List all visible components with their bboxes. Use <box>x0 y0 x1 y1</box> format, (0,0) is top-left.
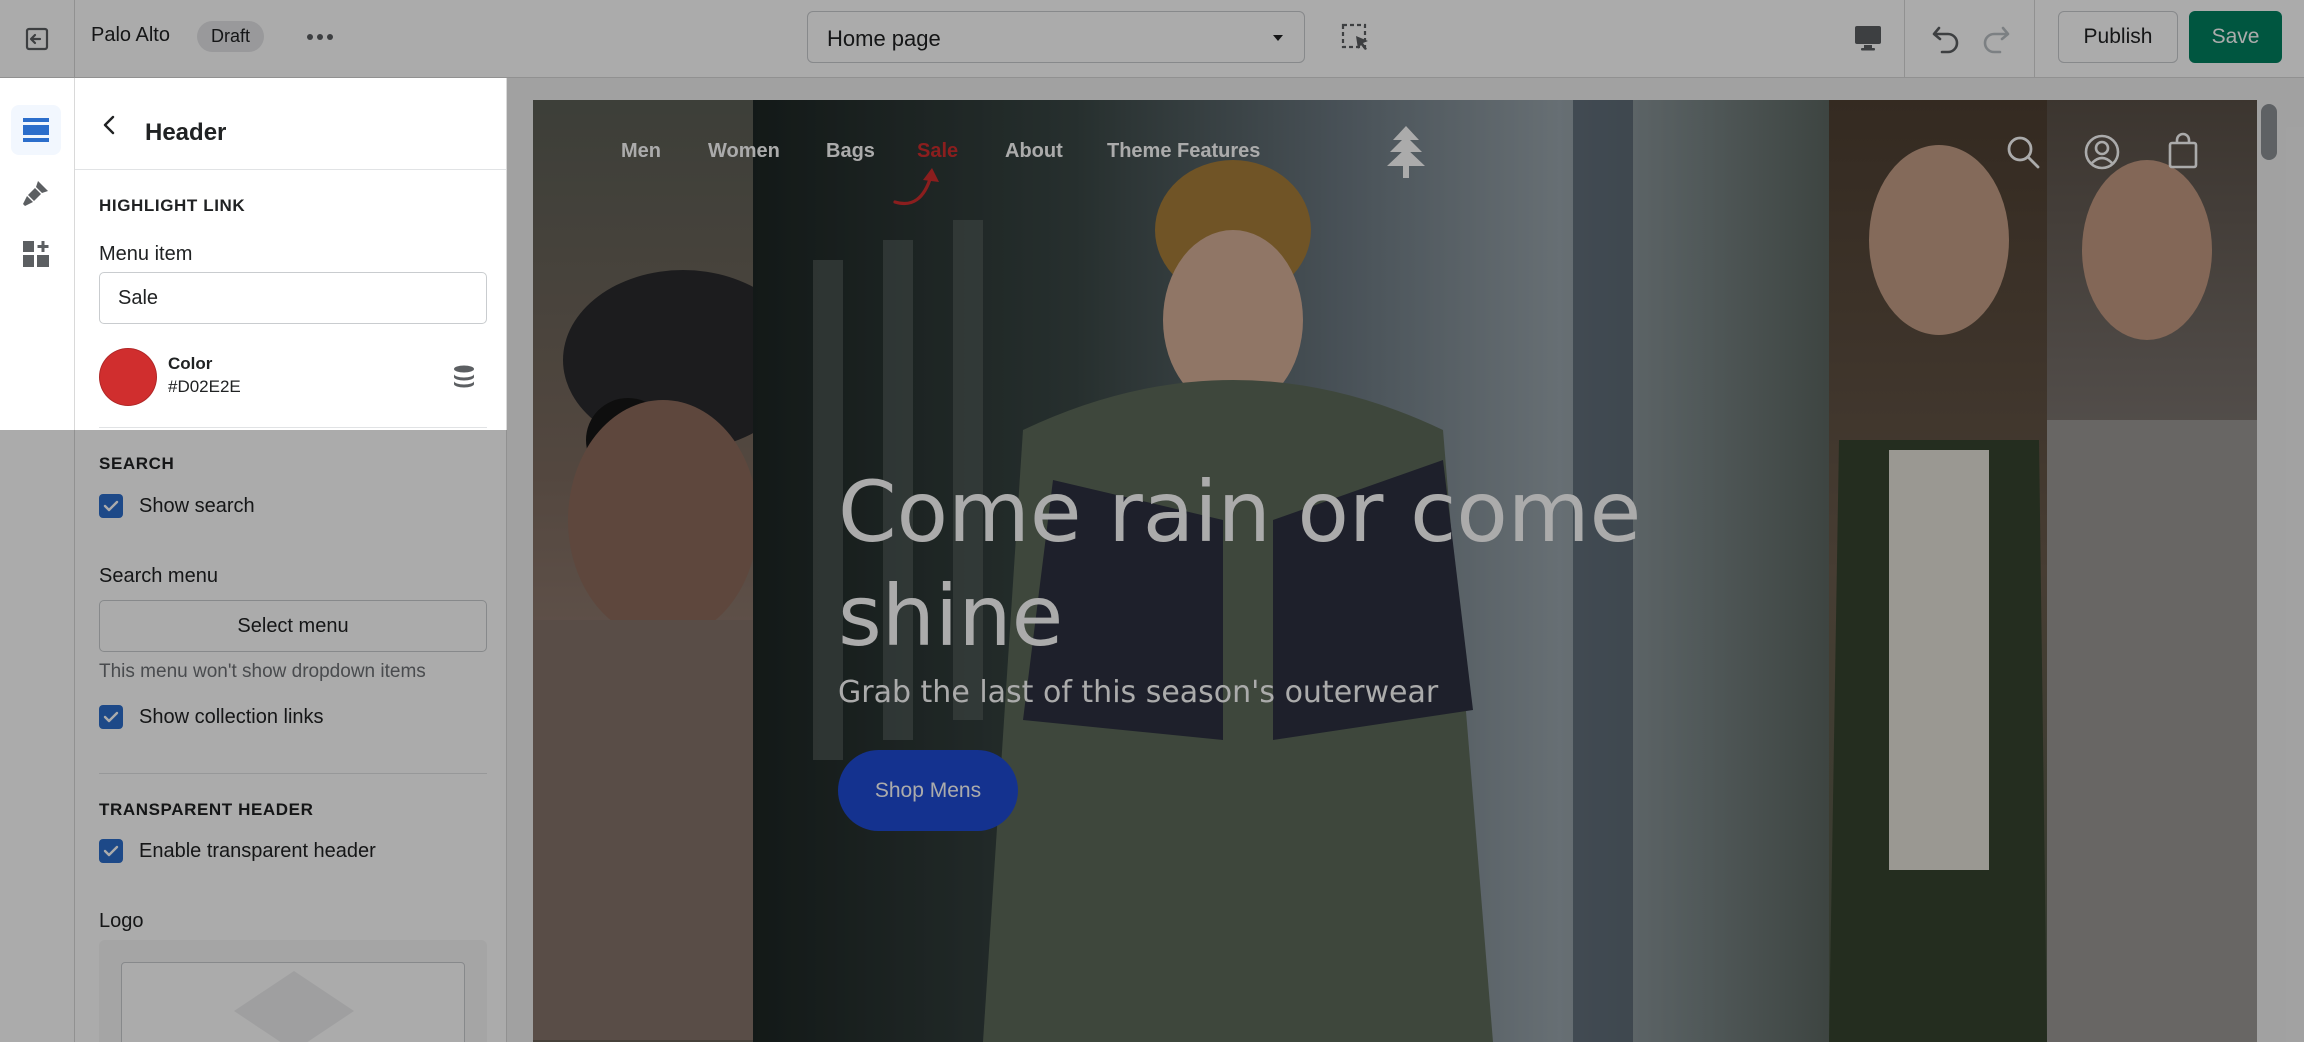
search-icon[interactable] <box>2005 134 2041 170</box>
dim-overlay <box>507 78 520 430</box>
hero-photo-woman-1 <box>1829 100 2047 1042</box>
checkbox-checked <box>99 839 123 863</box>
show-search-label: Show search <box>139 494 255 517</box>
checkmark-icon <box>103 845 119 857</box>
logo-label: Logo <box>99 910 144 932</box>
panel-header: Header <box>75 78 506 170</box>
save-button[interactable]: Save <box>2189 11 2282 63</box>
redo-button[interactable] <box>1976 18 2016 58</box>
blocks-icon <box>23 241 49 267</box>
more-actions-button[interactable] <box>300 20 340 54</box>
hero-subheading: Grab the last of this season's outerwear <box>838 675 1439 710</box>
cart-bag-icon[interactable] <box>2167 132 2199 170</box>
hero-heading: Come rain or come shine <box>838 463 1642 665</box>
page-selector[interactable]: Home page <box>807 11 1305 63</box>
store-logo-tree-icon[interactable] <box>1381 122 1431 182</box>
exit-icon <box>25 27 49 51</box>
back-button[interactable] <box>97 112 123 138</box>
status-badge: Draft <box>197 21 265 52</box>
editor-rail <box>0 78 75 1042</box>
section-settings-panel: Header HIGHLIGHT LINK Menu item Sale Col… <box>75 78 507 1042</box>
hero-photo-cyclist <box>533 100 803 1042</box>
exit-editor-button[interactable] <box>0 0 75 78</box>
enable-transparent-header-checkbox[interactable]: Enable transparent header <box>99 837 376 865</box>
menu-item-input[interactable]: Sale <box>99 272 487 324</box>
divider <box>1904 0 1905 78</box>
rail-apps-button[interactable] <box>11 229 61 279</box>
color-hex-value: #D02E2E <box>168 377 241 396</box>
preview-scrollbar[interactable] <box>2257 100 2281 1042</box>
search-menu-label: Search menu <box>99 565 218 587</box>
nav-link-about[interactable]: About <box>1005 140 1063 163</box>
brush-icon <box>23 181 48 206</box>
arrow-annotation-icon <box>893 168 939 205</box>
nav-link-men[interactable]: Men <box>621 140 661 163</box>
store-header: Men Women Bags Sale About Theme Features <box>533 100 2257 205</box>
divider <box>2034 0 2035 78</box>
panel-title: Header <box>145 119 227 146</box>
publish-button[interactable]: Publish <box>2058 11 2178 63</box>
logo-placeholder-image <box>121 962 465 1042</box>
caret-down-icon <box>1273 35 1283 41</box>
desktop-icon <box>1855 26 1881 51</box>
store-name: Palo Alto <box>91 24 170 46</box>
transparent-header-heading: TRANSPARENT HEADER <box>99 800 314 819</box>
nav-link-theme-features[interactable]: Theme Features <box>1107 140 1260 163</box>
image-placeholder-icon <box>234 971 354 1042</box>
color-label: Color <box>168 354 213 373</box>
checkbox-checked <box>99 494 123 518</box>
undo-button[interactable] <box>1926 18 1966 58</box>
nav-link-sale[interactable]: Sale <box>917 140 958 163</box>
checkmark-icon <box>103 711 119 723</box>
divider <box>99 773 487 774</box>
rail-sections-button[interactable] <box>11 105 61 155</box>
ellipsis-icon <box>307 34 333 40</box>
show-collection-links-checkbox[interactable]: Show collection links <box>99 703 324 731</box>
inspector-toggle-button[interactable] <box>1338 20 1374 56</box>
checkmark-icon <box>103 500 119 512</box>
divider <box>99 427 487 428</box>
nav-link-women[interactable]: Women <box>708 140 780 163</box>
select-cursor-icon <box>1341 23 1368 50</box>
storefront-preview: Men Women Bags Sale About Theme Features… <box>533 100 2257 1042</box>
undo-icon <box>1932 26 1959 54</box>
chevron-left-icon <box>103 115 115 135</box>
sections-icon <box>23 118 49 142</box>
search-menu-help-text: This menu won't show dropdown items <box>99 661 426 682</box>
shop-mens-button[interactable]: Shop Mens <box>838 750 1018 831</box>
show-search-checkbox[interactable]: Show search <box>99 492 255 520</box>
editor-topbar: Palo Alto Draft Home page Publish Save <box>0 0 2304 78</box>
enable-transparent-header-label: Enable transparent header <box>139 839 376 862</box>
dynamic-source-button[interactable] <box>450 363 478 391</box>
account-icon[interactable] <box>2083 133 2121 171</box>
redo-icon <box>1983 26 2010 54</box>
scrollbar-thumb[interactable] <box>2261 104 2277 160</box>
device-preview-button[interactable] <box>1848 18 1888 58</box>
hero-photo-woman-2 <box>2047 100 2257 1042</box>
logo-picker[interactable] <box>99 940 487 1042</box>
rail-theme-settings-button[interactable] <box>11 168 61 218</box>
page-selector-value: Home page <box>827 26 941 51</box>
show-collection-links-label: Show collection links <box>139 705 324 728</box>
highlight-link-heading: HIGHLIGHT LINK <box>99 196 246 215</box>
nav-link-bags[interactable]: Bags <box>826 140 875 163</box>
search-heading: SEARCH <box>99 454 175 473</box>
select-menu-button[interactable]: Select menu <box>99 600 487 652</box>
color-swatch[interactable] <box>99 348 157 406</box>
checkbox-checked <box>99 705 123 729</box>
database-icon <box>454 365 474 388</box>
menu-item-label: Menu item <box>99 243 193 265</box>
